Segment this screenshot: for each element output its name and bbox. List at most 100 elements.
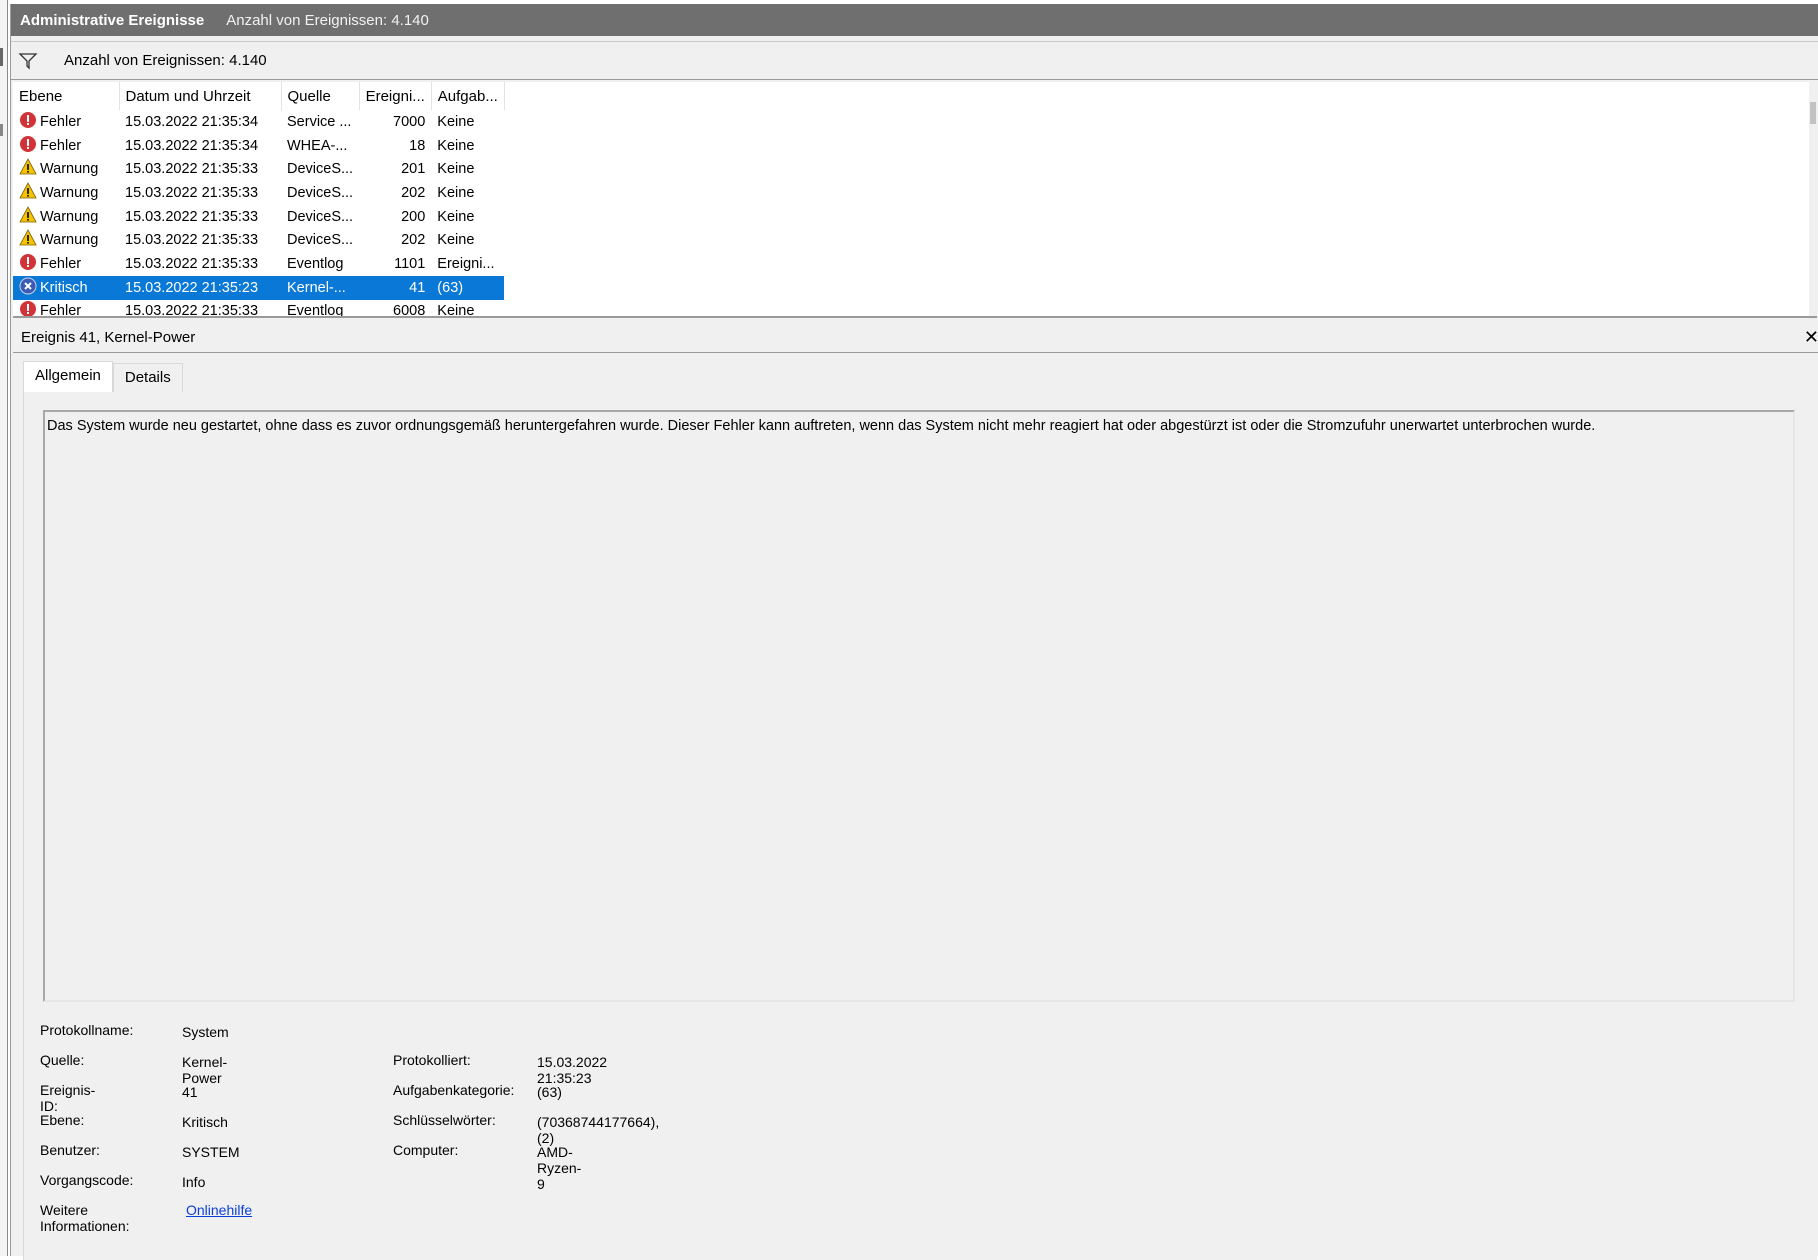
detail-header: Ereignis 41, Kernel-Power ✕ (13, 323, 1818, 353)
cell-event-id: 202 (401, 184, 426, 201)
prop-value-quelle: Kernel-Power (182, 1054, 228, 1086)
level-text: Warnung (40, 161, 99, 178)
cell-task: Keine (437, 184, 475, 201)
cell-task: Keine (437, 161, 475, 178)
cell-event-id: 200 (401, 208, 426, 225)
cell-date: 15.03.2022 21:35:33 (125, 184, 259, 201)
column-header-source[interactable]: Quelle (281, 82, 360, 110)
table-row[interactable]: Warnung 15.03.2022 21:35:33 DeviceS... 202 K… (13, 181, 504, 205)
cell-task: Keine (437, 232, 475, 249)
prop-value-ereignis-id: 41 (182, 1084, 198, 1100)
close-icon[interactable]: ✕ (1804, 327, 1818, 348)
tab-allgemein[interactable]: Allgemein (23, 361, 113, 393)
column-header-date[interactable]: Datum und Uhrzeit (119, 82, 282, 110)
table-row[interactable]: Warnung 15.03.2022 21:35:33 DeviceS... 200 K… (13, 205, 504, 229)
event-list[interactable]: Ebene Datum und Uhrzeit Quelle Ereigni..… (13, 82, 1817, 318)
level-text: Fehler (40, 137, 82, 154)
table-row[interactable]: Kritisch 15.03.2022 21:35:23 Kernel-... 41(… (13, 275, 505, 300)
cell-task: Ereigni... (437, 255, 495, 272)
online-help-link[interactable]: Onlinehilfe (186, 1202, 252, 1218)
filter-bar: Anzahl von Ereignissen: 4.140 (11, 41, 1818, 80)
cell-date: 15.03.2022 21:35:34 (125, 137, 259, 154)
cell-date: 15.03.2022 21:35:23 (119, 275, 281, 300)
prop-value-vorgangscode: Info (182, 1174, 206, 1190)
level-text: Fehler (40, 113, 82, 130)
error-icon (19, 135, 40, 157)
cell-event-id: 202 (401, 232, 426, 249)
warning-icon (19, 158, 40, 180)
prop-value-aufgabenkategorie: (63) (537, 1084, 562, 1100)
cell-date: 15.03.2022 21:35:33 (125, 232, 259, 249)
cell-source: Kernel-... (281, 275, 360, 300)
prop-label-vorgangscode: Vorgangscode: (40, 1172, 134, 1188)
table-row[interactable]: Warnung 15.03.2022 21:35:33 DeviceS... 202 K… (13, 228, 504, 252)
pane-titlebar: Administrative Ereignisse Anzahl von Ere… (11, 4, 1818, 36)
prop-label-weitere-informationen: Weitere Informationen: (40, 1202, 130, 1234)
table-row[interactable]: Fehler 15.03.2022 21:35:34 WHEA-... 18 Keine (13, 134, 504, 158)
tab-details[interactable]: Details (112, 363, 183, 393)
error-icon (19, 111, 40, 133)
cell-source: Eventlog (287, 255, 344, 272)
event-description[interactable]: Das System wurde neu gestartet, ohne das… (43, 410, 1795, 1002)
cell-task: Keine (437, 113, 475, 130)
table-row[interactable]: Fehler 15.03.2022 21:35:33 Eventlog 6008 Kei… (13, 300, 504, 318)
cell-date: 15.03.2022 21:35:33 (125, 303, 259, 318)
cell-event-id: 18 (409, 137, 426, 154)
column-header-event-id[interactable]: Ereigni... (359, 82, 432, 110)
cell-level: Kritisch (13, 275, 119, 300)
prop-value-protokollname: System (182, 1024, 229, 1040)
prop-label-aufgabenkategorie: Aufgabenkategorie: (393, 1082, 515, 1098)
cell-task: Keine (437, 303, 475, 318)
event-viewer-pane: Administrative Ereignisse Anzahl von Ere… (10, 4, 1818, 1260)
level-text: Fehler (40, 255, 82, 272)
cell-level: Fehler (13, 252, 119, 276)
cell-level: Fehler (13, 300, 119, 318)
level-text: Kritisch (40, 279, 88, 296)
prop-value-benutzer: SYSTEM (182, 1144, 240, 1160)
level-text: Warnung (40, 232, 99, 249)
cell-level: Warnung (13, 205, 119, 229)
scrollbar-thumb[interactable] (1810, 102, 1816, 124)
cell-event-id: 41 (359, 275, 432, 300)
filter-icon[interactable] (18, 51, 38, 71)
prop-label-quelle: Quelle: (40, 1052, 85, 1068)
table-row[interactable]: Fehler 15.03.2022 21:35:34 Service ... 7000… (13, 110, 504, 134)
error-icon (19, 253, 40, 275)
column-header-task[interactable]: Aufgab... (431, 82, 505, 110)
cell-task: Keine (437, 208, 475, 225)
table-row[interactable]: Fehler 15.03.2022 21:35:33 Eventlog 1101 Ere… (13, 252, 504, 276)
cell-source: Eventlog (287, 303, 344, 318)
cell-level: Warnung (13, 157, 119, 181)
level-text: Warnung (40, 208, 99, 225)
filter-count-text: Anzahl von Ereignissen: 4.140 (64, 52, 267, 69)
warning-icon (19, 205, 40, 228)
level-text: Warnung (40, 184, 99, 201)
left-splitter[interactable] (0, 0, 8, 1256)
table-row[interactable]: Warnung 15.03.2022 21:35:33 DeviceS... 201 K… (13, 157, 504, 181)
cell-source: DeviceS... (287, 184, 354, 201)
cell-date: 15.03.2022 21:35:33 (125, 161, 259, 178)
cell-event-id: 1101 (394, 255, 426, 272)
prop-label-protokolliert: Protokolliert: (393, 1052, 471, 1068)
critical-icon (19, 277, 40, 299)
cell-date: 15.03.2022 21:35:33 (125, 255, 259, 272)
cell-source: DeviceS... (287, 161, 354, 178)
prop-label-schluesselwoerter: Schlüsselwörter: (393, 1112, 496, 1128)
cell-source: WHEA-... (287, 137, 348, 154)
cell-event-id: 201 (401, 161, 426, 178)
cell-date: 15.03.2022 21:35:34 (125, 113, 259, 130)
pane-title: Administrative Ereignisse (20, 11, 205, 29)
splitter-mark (0, 48, 3, 66)
prop-label-ebene: Ebene: (40, 1112, 85, 1128)
cell-task: Keine (437, 137, 475, 154)
prop-label-computer: Computer: (393, 1142, 459, 1158)
detail-title: Ereignis 41, Kernel-Power (21, 329, 196, 346)
list-scrollbar[interactable] (1809, 82, 1817, 316)
error-icon (19, 300, 40, 316)
prop-label-benutzer: Benutzer: (40, 1142, 100, 1158)
cell-level: Warnung (13, 181, 119, 205)
cell-event-id: 6008 (393, 303, 426, 318)
prop-value-schluesselwoerter: (70368744177664),(2) (537, 1114, 660, 1146)
column-header-level[interactable]: Ebene (13, 82, 120, 110)
level-text: Fehler (40, 303, 82, 318)
